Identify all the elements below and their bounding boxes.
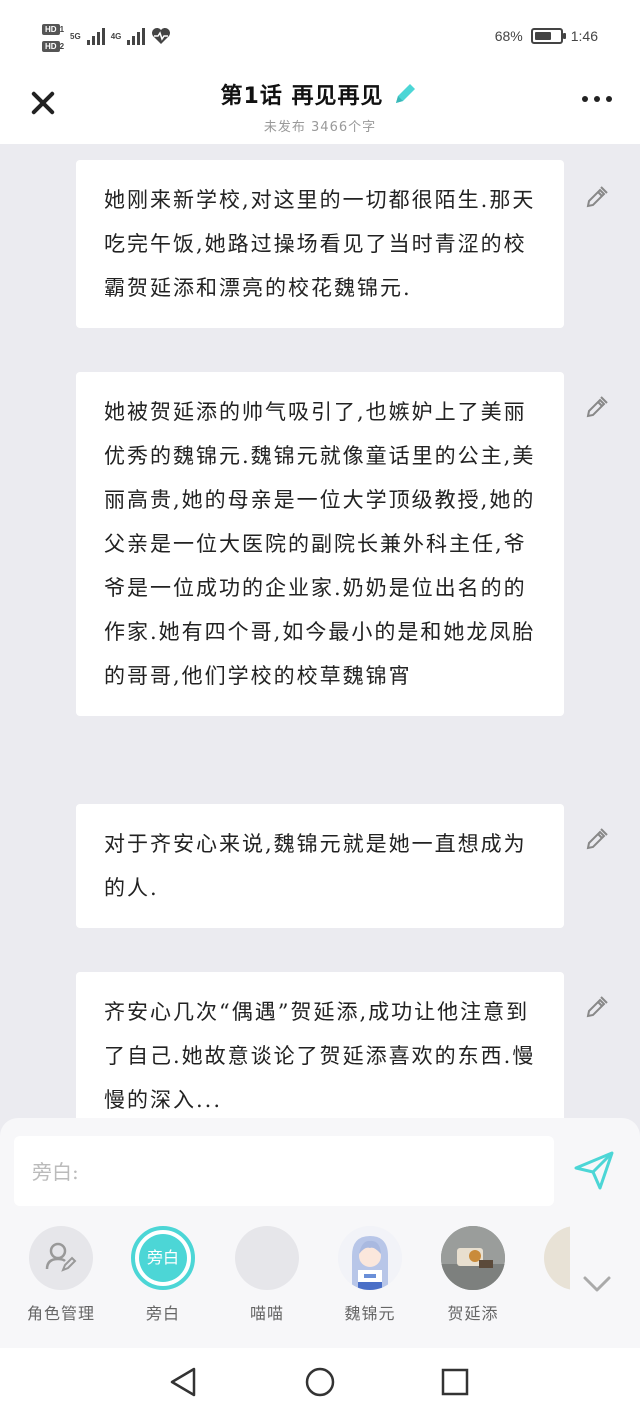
edit-icon[interactable]: [584, 394, 610, 420]
pencil-icon[interactable]: [391, 80, 419, 108]
sim-indicators: HD 1 HD 2: [42, 20, 64, 52]
compose-panel: 旁白: 角色管理 旁白 旁白 喵喵 魏锦元 贺延添: [0, 1118, 640, 1348]
status-left: HD 1 HD 2 5G 4G: [42, 20, 171, 52]
edit-icon[interactable]: [584, 184, 610, 210]
edit-icon[interactable]: [584, 994, 610, 1020]
chapter-title[interactable]: 第1话 再见再见: [221, 78, 384, 110]
narration-input[interactable]: 旁白:: [14, 1136, 554, 1206]
narration-card[interactable]: 她被贺延添的帅气吸引了,也嫉妒上了美丽优秀的魏锦元.魏锦元就像童话里的公主,美丽…: [76, 372, 564, 716]
chevron-down-icon[interactable]: [582, 1274, 612, 1294]
battery-icon: [530, 28, 566, 44]
chapter-status: 未发布 3466个字: [263, 120, 377, 135]
network-4g-label: 4G: [110, 31, 122, 41]
more-menu-button[interactable]: [582, 96, 612, 102]
sim2-badge: HD 2: [42, 37, 64, 52]
role-manage-icon: [29, 1226, 93, 1290]
partial-avatar: [544, 1226, 570, 1290]
role-wei-jinyuan[interactable]: 魏锦元: [325, 1226, 415, 1324]
role-he-yantian[interactable]: 贺延添: [428, 1226, 518, 1324]
photo-avatar: [441, 1226, 505, 1290]
heart-rate-icon: [152, 28, 171, 44]
role-miaomiao[interactable]: 喵喵: [222, 1226, 312, 1324]
signal-icon: [86, 27, 105, 45]
role-manage-button[interactable]: 角色管理: [16, 1226, 106, 1324]
card-text: 齐安心几次“偶遇”贺延添,成功让他注意到了自己.她故意谈论了贺延添喜欢的东西.慢…: [104, 1000, 536, 1112]
anime-girl-avatar: [338, 1226, 402, 1290]
send-icon[interactable]: [572, 1148, 616, 1192]
role-narration-avatar: 旁白: [131, 1226, 195, 1290]
home-circle-icon[interactable]: [303, 1365, 337, 1399]
title-area: 第1话 再见再见 未发布 3466个字: [0, 78, 640, 135]
status-bar: HD 1 HD 2 5G 4G 68% 1:46: [0, 0, 640, 72]
edit-icon[interactable]: [584, 826, 610, 852]
role-selector: 角色管理 旁白 旁白 喵喵 魏锦元 贺延添: [0, 1226, 640, 1336]
header: 第1话 再见再见 未发布 3466个字: [0, 72, 640, 144]
narration-card[interactable]: 对于齐安心来说,魏锦元就是她一直想成为的人.: [76, 804, 564, 928]
status-right: 68% 1:46: [495, 28, 598, 44]
system-nav-bar: [0, 1348, 640, 1415]
narration-card[interactable]: 她刚来新学校,对这里的一切都很陌生.那天吃完午饭,她路过操场看见了当时青涩的校霸…: [76, 160, 564, 328]
story-content[interactable]: 她刚来新学校,对这里的一切都很陌生.那天吃完午饭,她路过操场看见了当时青涩的校霸…: [0, 144, 640, 1119]
recents-square-icon[interactable]: [438, 1365, 472, 1399]
signal-icon-2: [127, 27, 146, 45]
card-text: 她被贺延添的帅气吸引了,也嫉妒上了美丽优秀的魏锦元.魏锦元就像童话里的公主,美丽…: [104, 400, 536, 688]
narration-card[interactable]: 齐安心几次“偶遇”贺延添,成功让他注意到了自己.她故意谈论了贺延添喜欢的东西.慢…: [76, 972, 564, 1119]
clock: 1:46: [570, 28, 598, 44]
sim1-badge: HD 1: [42, 20, 64, 35]
role-partial[interactable]: [530, 1226, 570, 1290]
network-5g-label: 5G: [70, 31, 81, 41]
battery-percent: 68%: [494, 28, 523, 44]
card-text: 对于齐安心来说,魏锦元就是她一直想成为的人.: [104, 832, 527, 900]
role-miaomiao-avatar: [235, 1226, 299, 1290]
card-text: 她刚来新学校,对这里的一切都很陌生.那天吃完午饭,她路过操场看见了当时青涩的校霸…: [104, 188, 536, 300]
role-narration[interactable]: 旁白 旁白: [118, 1226, 208, 1324]
back-triangle-icon[interactable]: [166, 1365, 200, 1399]
